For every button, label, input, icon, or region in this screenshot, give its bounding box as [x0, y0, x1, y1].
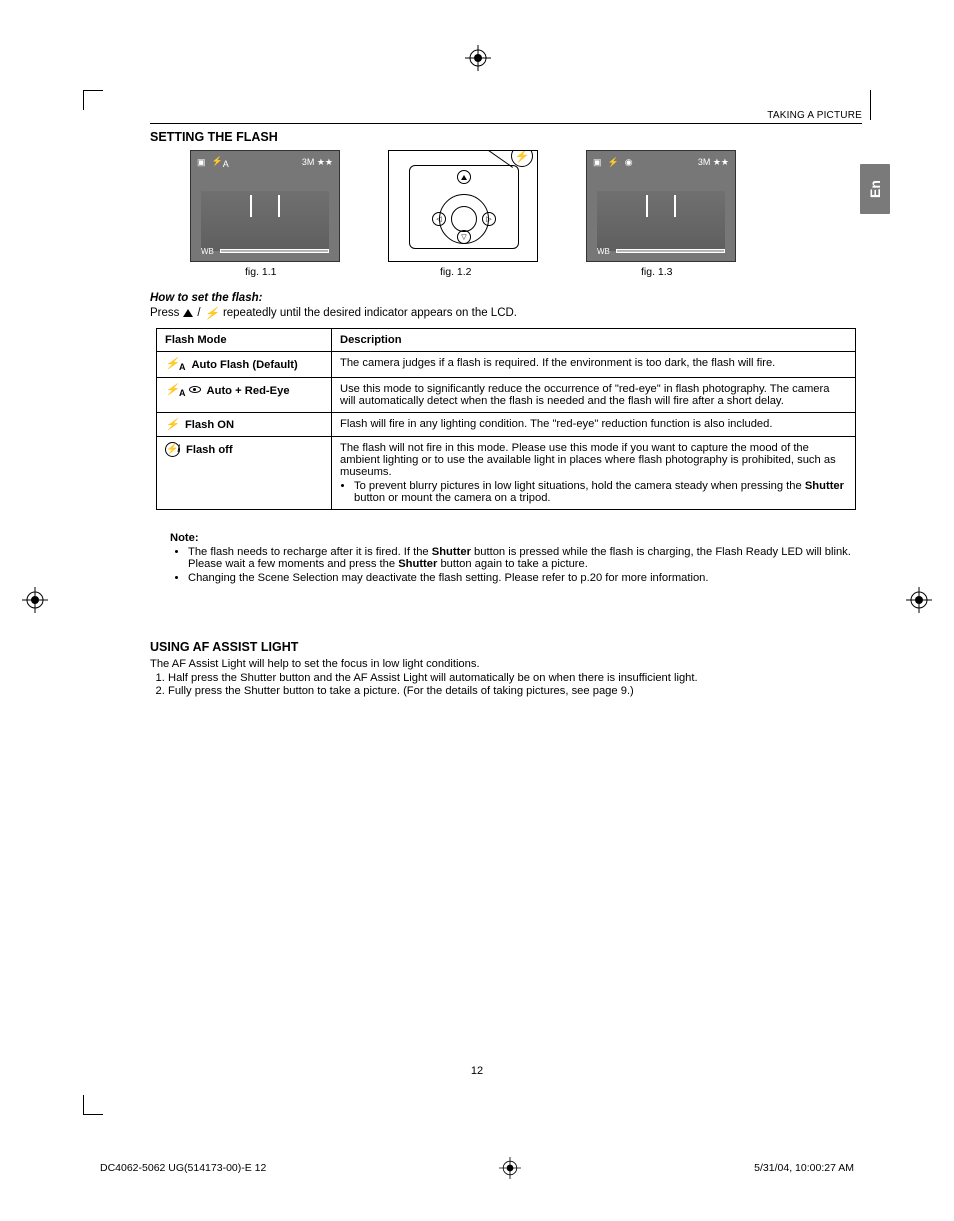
registration-mark-right	[906, 587, 932, 613]
down-button-icon: ▽	[457, 230, 471, 244]
press-suffix-text: repeatedly until the desired indicator a…	[223, 307, 517, 319]
language-tab: En	[860, 164, 890, 214]
mode-description: The camera judges if a flash is required…	[332, 352, 856, 378]
footer-left-text: DC4062-5062 UG(514173-00)-E 12	[100, 1162, 266, 1174]
list-item: Half press the Shutter button and the AF…	[168, 672, 862, 684]
list-item: Fully press the Shutter button to take a…	[168, 685, 862, 697]
mode-name: Flash off	[186, 444, 233, 456]
flash-auto-redeye-icon: ⚡A	[165, 383, 201, 398]
exposure-bar	[220, 249, 329, 253]
note-item: Changing the Scene Selection may deactiv…	[188, 572, 855, 584]
crop-mark-top-left	[83, 90, 103, 110]
quality-indicator: 3M ★★	[302, 157, 333, 168]
flash-auto-icon: ⚡A	[212, 156, 229, 169]
figure-1-3: ▣ ⚡ ◉ 3M ★★ WB fig. 1.3	[586, 150, 736, 278]
press-prefix-text: Press	[150, 307, 179, 319]
running-head: TAKING A PICTURE	[150, 110, 862, 124]
figure-1-1: ▣ ⚡A 3M ★★ WB fig. 1.1	[190, 150, 340, 278]
mode-description: Use this mode to significantly reduce th…	[332, 378, 856, 413]
figure-1-2: ⚡ ◁ ▷ ▽ fig. 1.2	[388, 150, 538, 278]
flash-on-icon: ⚡	[608, 157, 619, 168]
crop-mark-bottom-left	[83, 1095, 103, 1115]
note-item: The flash needs to recharge after it is …	[188, 546, 855, 570]
flash-on-icon: ⚡	[165, 418, 179, 431]
crop-mark-top-right	[870, 90, 871, 120]
table-header-mode: Flash Mode	[157, 329, 332, 352]
separator-text: /	[197, 307, 200, 319]
camera-back-diagram: ⚡ ◁ ▷ ▽	[388, 150, 538, 262]
print-footer: DC4062-5062 UG(514173-00)-E 12 5/31/04, …	[100, 1155, 854, 1181]
af-intro-text: The AF Assist Light will help to set the…	[150, 658, 862, 670]
section-title-flash: SETTING THE FLASH	[150, 130, 862, 144]
mode-name: Auto + Red-Eye	[207, 385, 290, 397]
wb-label: WB	[597, 247, 610, 256]
table-row: ⚡ Flash ON Flash will fire in any lighti…	[157, 413, 856, 437]
figure-row: ▣ ⚡A 3M ★★ WB fig. 1.1 ⚡	[190, 150, 862, 278]
ok-button-icon	[451, 206, 477, 232]
table-header-desc: Description	[332, 329, 856, 352]
camera-icon: ▣	[593, 157, 602, 168]
page-content: TAKING A PICTURE SETTING THE FLASH En ▣ …	[150, 110, 862, 698]
mode-description: The flash will not fire in this mode. Pl…	[332, 437, 856, 510]
up-button-icon	[457, 170, 471, 184]
focus-frame-icon	[646, 195, 676, 217]
figure-caption: fig. 1.1	[190, 266, 340, 278]
camera-icon: ▣	[197, 157, 206, 168]
mode-name: Flash ON	[185, 419, 234, 431]
registration-mark-bottom	[497, 1155, 523, 1181]
note-label: Note:	[170, 532, 855, 544]
mode-name: Auto Flash (Default)	[191, 359, 297, 371]
flash-icon: ⚡	[205, 306, 219, 320]
up-triangle-icon	[183, 309, 193, 317]
figure-caption: fig. 1.2	[388, 266, 538, 278]
registration-mark-left	[22, 587, 48, 613]
flash-mode-table: Flash Mode Description ⚡A Auto Flash (De…	[156, 328, 856, 510]
table-row: ⚡̸ Flash off The flash will not fire in …	[157, 437, 856, 510]
section-title-af: USING AF ASSIST LIGHT	[150, 640, 862, 654]
registration-mark-top	[465, 45, 491, 71]
wb-label: WB	[201, 247, 214, 256]
table-row: ⚡A Auto + Red-Eye Use this mode to signi…	[157, 378, 856, 413]
right-button-icon: ▷	[482, 212, 496, 226]
footer-right-text: 5/31/04, 10:00:27 AM	[754, 1162, 854, 1174]
redeye-icon: ◉	[625, 157, 633, 168]
note-block: Note: The flash needs to recharge after …	[170, 532, 855, 584]
eye-icon	[189, 386, 201, 393]
lcd-preview-thumbnail: ▣ ⚡ ◉ 3M ★★ WB	[586, 150, 736, 262]
quality-indicator: 3M ★★	[698, 157, 729, 168]
focus-frame-icon	[250, 195, 280, 217]
howto-heading: How to set the flash:	[150, 292, 862, 304]
flash-off-icon: ⚡̸	[165, 442, 180, 457]
flash-auto-icon: ⚡A	[165, 357, 185, 372]
page-number: 12	[0, 1065, 954, 1077]
mode-description-bullet: To prevent blurry pictures in low light …	[354, 480, 847, 504]
press-instruction: Press / ⚡ repeatedly until the desired i…	[150, 306, 862, 320]
exposure-bar	[616, 249, 725, 253]
lcd-preview-thumbnail: ▣ ⚡A 3M ★★ WB	[190, 150, 340, 262]
table-row: ⚡A Auto Flash (Default) The camera judge…	[157, 352, 856, 378]
af-assist-section: USING AF ASSIST LIGHT The AF Assist Ligh…	[150, 640, 862, 697]
af-steps-list: Half press the Shutter button and the AF…	[150, 672, 862, 697]
mode-description: Flash will fire in any lighting conditio…	[332, 413, 856, 437]
figure-caption: fig. 1.3	[586, 266, 736, 278]
left-button-icon: ◁	[432, 212, 446, 226]
